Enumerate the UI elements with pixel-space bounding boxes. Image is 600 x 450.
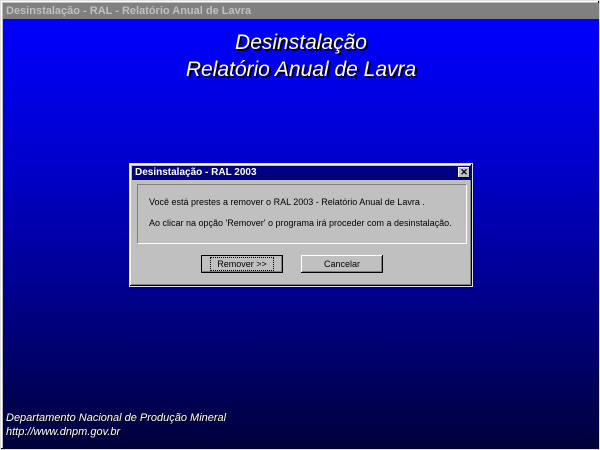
footer-url: http://www.dnpm.gov.br [6,426,121,438]
dialog-message-instructions: Ao clicar na opção 'Remover' o programa … [149,218,452,228]
cancel-button[interactable]: Cancelar [301,255,383,273]
footer-organization: Departamento Nacional de Produção Minera… [6,412,227,424]
remove-button[interactable]: Remover >> [201,255,283,273]
uninstall-dialog: Desinstalação - RAL 2003 ✕ Você está pre… [129,163,473,287]
window-title-bar[interactable]: Desinstalação - RAL - Relatório Anual de… [3,3,599,19]
banner-subtitle: Relatório Anual de Lavra [185,58,417,81]
dialog-title: Desinstalação - RAL 2003 [135,167,257,178]
remove-button-label: Remover >> [210,257,274,271]
dialog-message-panel: Você está prestes a remover o RAL 2003 -… [137,184,467,244]
dialog-message-remove: Você está prestes a remover o RAL 2003 -… [149,197,425,207]
close-icon[interactable]: ✕ [458,167,470,178]
dialog-title-bar[interactable]: Desinstalação - RAL 2003 ✕ [132,166,472,180]
window-title: Desinstalação - RAL - Relatório Anual de… [6,5,252,17]
installer-window: Desinstalação - RAL - Relatório Anual de… [0,0,600,450]
banner-title: Desinstalação [235,31,367,54]
